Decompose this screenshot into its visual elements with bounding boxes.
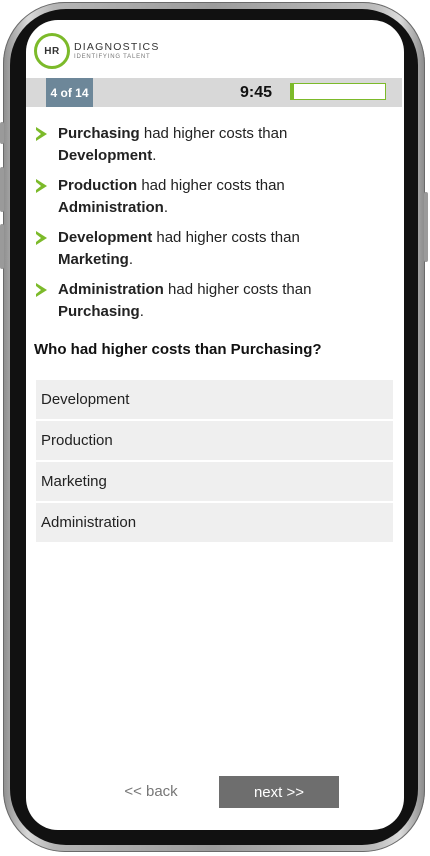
chevron-right-icon	[36, 283, 47, 297]
screen: HR DIAGNOSTICS IDENTIFYING TALENT 4 of 1…	[26, 20, 404, 830]
statement-list: Purchasing had higher costs than Develop…	[34, 123, 374, 331]
volume-up-button	[0, 167, 4, 212]
mute-switch	[0, 122, 4, 144]
chevron-right-icon	[36, 127, 47, 141]
statement-subject: Development	[58, 229, 153, 246]
brand-logo: HR DIAGNOSTICS IDENTIFYING TALENT	[34, 32, 160, 70]
statement-text: had higher costs than	[137, 177, 285, 194]
statement-item: Production had higher costs than Adminis…	[34, 175, 374, 219]
answer-options: Development Production Marketing Adminis…	[36, 380, 393, 544]
answer-option-production[interactable]: Production	[36, 421, 393, 460]
statement-end: .	[163, 199, 169, 216]
power-button	[424, 192, 428, 262]
back-button[interactable]: << back	[106, 776, 196, 806]
question-progress: 4 of 14	[46, 78, 93, 107]
next-button[interactable]: next >>	[219, 776, 339, 808]
statement-subject: Purchasing	[58, 125, 140, 142]
logo-mark: HR	[34, 33, 70, 69]
statement-object: Administration	[58, 199, 164, 216]
statement-end: .	[152, 147, 157, 164]
statement-text: had higher costs than	[152, 229, 300, 246]
statement-object: Development	[58, 147, 153, 164]
logo-tagline: IDENTIFYING TALENT	[74, 54, 151, 61]
chevron-right-icon	[36, 231, 47, 245]
statement-object: Purchasing	[58, 303, 140, 320]
answer-option-marketing[interactable]: Marketing	[36, 462, 393, 501]
logo-text: DIAGNOSTICS IDENTIFYING TALENT	[74, 42, 160, 61]
statement-end: .	[139, 303, 144, 320]
statement-subject: Administration	[58, 281, 164, 298]
logo-name: DIAGNOSTICS	[74, 40, 160, 53]
question-text: Who had higher costs than Purchasing?	[34, 341, 322, 358]
chevron-right-icon	[36, 179, 47, 193]
statement-subject: Production	[58, 177, 138, 194]
statement-item: Development had higher costs than Market…	[34, 227, 374, 271]
volume-down-button	[0, 224, 4, 269]
status-bar: 4 of 14 9:45	[26, 78, 402, 107]
statement-text: had higher costs than	[163, 281, 312, 298]
statement-object: Marketing	[58, 251, 129, 268]
statement-end: .	[128, 251, 134, 268]
time-remaining-bar	[290, 83, 386, 100]
answer-option-development[interactable]: Development	[36, 380, 393, 419]
statement-item: Administration had higher costs than Pur…	[34, 279, 374, 323]
statement-item: Purchasing had higher costs than Develop…	[34, 123, 374, 167]
statement-text: had higher costs than	[139, 125, 288, 142]
answer-option-administration[interactable]: Administration	[36, 503, 393, 542]
time-remaining-fill	[291, 84, 294, 99]
timer: 9:45	[240, 84, 273, 101]
